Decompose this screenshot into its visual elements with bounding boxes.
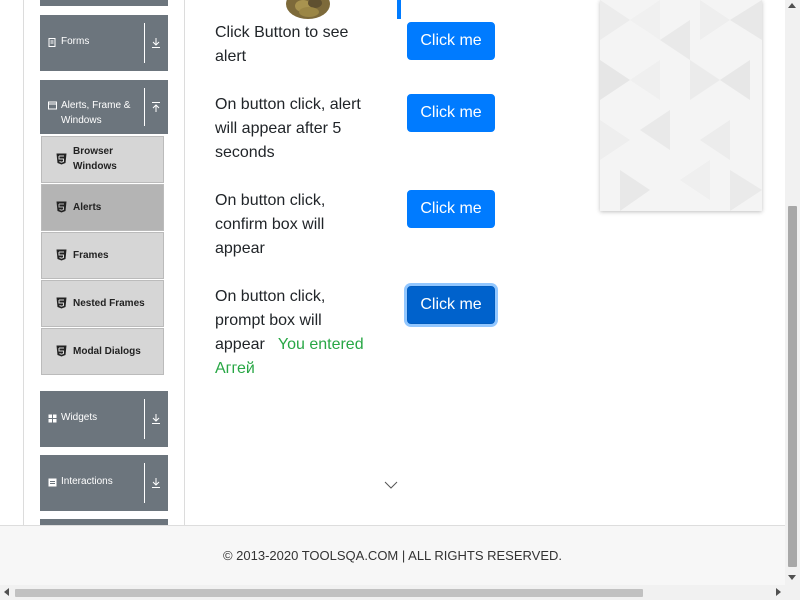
sidebar-group-label: Alerts, Frame & Windows: [61, 100, 131, 126]
collapse-icon[interactable]: [150, 101, 162, 113]
scroll-left-arrow[interactable]: [4, 588, 9, 596]
sidebar-item-modal-dialogs[interactable]: Modal Dialogs: [41, 328, 164, 375]
group-divider: [144, 23, 145, 63]
sidebar-item-frames[interactable]: Frames: [41, 232, 164, 279]
sidebar-item-alerts[interactable]: Alerts: [41, 184, 164, 231]
sidebar-group-interactions[interactable]: Interactions: [40, 455, 168, 511]
prompt-description: On button click, prompt box will appear …: [215, 285, 375, 381]
confirm-button[interactable]: Click me: [407, 190, 495, 228]
timer-alert-button[interactable]: Click me: [407, 94, 495, 132]
sidebar-item-browser-windows[interactable]: Browser Windows: [41, 136, 164, 183]
html5-icon: [56, 201, 67, 213]
group-divider: [144, 463, 145, 503]
confirm-description-text: On button click, confirm box will appear: [215, 192, 326, 257]
ad-pattern: [600, 0, 762, 211]
widgets-icon: [48, 414, 57, 423]
sidebar-group-alerts-frame-windows[interactable]: Alerts, Frame & Windows: [40, 80, 168, 134]
alert-description: Click Button to see alert: [215, 21, 375, 69]
window-icon: [48, 101, 57, 110]
accent-bar: [397, 0, 401, 19]
html5-icon: [56, 249, 67, 261]
banner-image: [286, 0, 330, 19]
confirm-description: On button click, confirm box will appear: [215, 189, 375, 261]
sidebar-right-border: [184, 0, 185, 525]
copyright-text: © 2013-2020 TOOLSQA.COM | ALL RIGHTS RES…: [222, 548, 563, 563]
footer: © 2013-2020 TOOLSQA.COM | ALL RIGHTS RES…: [0, 525, 785, 585]
group-divider: [144, 399, 145, 439]
expand-icon[interactable]: [150, 37, 162, 49]
html5-icon: [56, 345, 67, 357]
html5-icon: [56, 153, 67, 165]
timer-alert-description-text: On button click, alert will appear after…: [215, 96, 361, 161]
sidebar-group-label: Widgets: [61, 412, 98, 423]
ad-banner: [600, 0, 762, 211]
scroll-right-arrow[interactable]: [776, 588, 781, 596]
scroll-up-arrow[interactable]: [788, 3, 796, 8]
sidebar-item-label: Browser Windows: [73, 146, 117, 172]
sidebar-left-border: [23, 0, 24, 525]
sidebar-group-widgets[interactable]: Widgets: [40, 391, 168, 447]
expand-icon[interactable]: [150, 477, 162, 489]
expand-icon[interactable]: [150, 413, 162, 425]
horizontal-scrollbar-thumb[interactable]: [15, 589, 643, 597]
vertical-scrollbar-thumb[interactable]: [788, 206, 797, 567]
scroll-down-arrow[interactable]: [788, 575, 796, 580]
group-divider: [144, 88, 145, 126]
sidebar-item-label: Frames: [73, 250, 109, 261]
sidebar-item-label: Nested Frames: [73, 298, 145, 309]
sidebar-item-label: Alerts: [73, 202, 102, 213]
alert-button[interactable]: Click me: [407, 22, 495, 60]
html5-icon: [56, 297, 67, 309]
sidebar-item-nested-frames[interactable]: Nested Frames: [41, 280, 164, 327]
sidebar-group-label: Interactions: [61, 476, 113, 487]
chevron-down-icon: [384, 481, 398, 489]
sidebar-item-label: Modal Dialogs: [73, 346, 141, 357]
prompt-button[interactable]: Click me: [407, 286, 495, 324]
sidebar-group-forms[interactable]: Forms: [40, 15, 168, 71]
interactions-icon: [48, 478, 57, 487]
form-icon: [48, 38, 56, 47]
alert-description-text: Click Button to see alert: [215, 24, 349, 65]
sidebar-group-partial[interactable]: [40, 0, 168, 6]
timer-alert-description: On button click, alert will appear after…: [215, 93, 375, 165]
sidebar-group-label: Forms: [61, 36, 90, 47]
